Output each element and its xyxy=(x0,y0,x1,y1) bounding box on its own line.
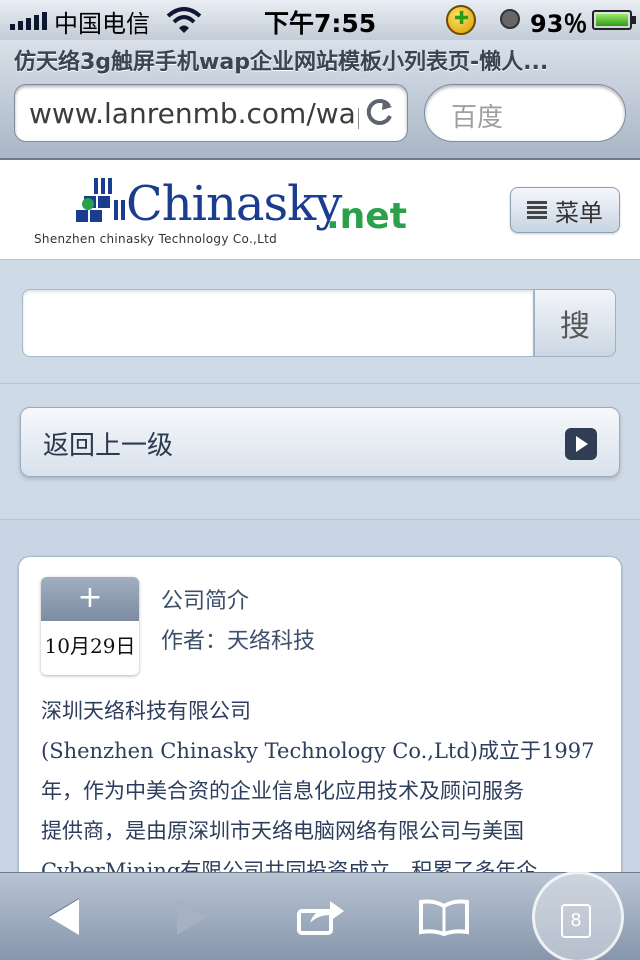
page-title: 仿天络3g触屏手机wap企业网站模板小列表页-懒人... xyxy=(14,50,549,75)
back-arrow-icon xyxy=(49,899,79,935)
alarm-clock-icon xyxy=(500,9,520,29)
plus-icon: + xyxy=(41,577,139,621)
site-logo[interactable]: Chinasky .net Shenzhen chinasky Technolo… xyxy=(30,174,430,254)
back-button[interactable] xyxy=(14,873,114,960)
logo-mark-icon xyxy=(76,178,125,222)
browser-chrome: 仿天络3g触屏手机wap企业网站模板小列表页-懒人... www.lanrenm… xyxy=(0,40,640,160)
logo-word: Chinasky xyxy=(126,176,342,232)
date-badge: + 10月29日 xyxy=(41,577,139,675)
logo-net: .net xyxy=(326,196,407,237)
tabs-icon: 8 xyxy=(532,871,624,960)
browser-toolbar: 8 xyxy=(0,871,640,960)
browser-search-input[interactable]: 百度 xyxy=(424,84,626,142)
security-shield-icon xyxy=(446,5,476,35)
menu-label: 菜单 xyxy=(555,198,603,227)
address-bar[interactable]: www.lanrenmb.com/wap xyxy=(14,84,408,142)
forward-arrow-icon xyxy=(177,899,207,935)
article-date: 10月29日 xyxy=(44,634,136,658)
back-section: 返回上一级 xyxy=(0,384,640,520)
article-author: 作者：天络科技 xyxy=(161,629,316,654)
body-line: (Shenzhen Chinasky Technology Co.,Ltd)成立… xyxy=(41,739,595,763)
article-body: 深圳天络科技有限公司 (Shenzhen Chinasky Technology… xyxy=(41,691,601,891)
menu-button[interactable]: 菜单 xyxy=(510,187,620,233)
site-search-button[interactable]: 搜 xyxy=(534,289,616,357)
battery-icon xyxy=(592,10,636,30)
signal-icon xyxy=(10,12,47,30)
article-title[interactable]: 公司简介 xyxy=(161,583,249,615)
browser-search-placeholder: 百度 xyxy=(451,103,504,133)
back-to-parent-button[interactable]: 返回上一级 xyxy=(20,407,620,477)
status-bar: 中国电信 下午7:55 93％ xyxy=(0,0,640,40)
wifi-icon xyxy=(166,7,202,33)
bookmarks-icon xyxy=(419,899,469,936)
body-line: 年，作为中美合资的企业信息化应用技术及顾问服务 xyxy=(41,779,524,803)
reload-icon[interactable] xyxy=(365,97,395,127)
url-text[interactable]: www.lanrenmb.com/wap xyxy=(29,97,359,130)
menu-icon xyxy=(527,201,547,219)
battery-percent: 93％ xyxy=(530,10,588,38)
body-line: 深圳天络科技有限公司 xyxy=(41,699,251,723)
forward-button[interactable] xyxy=(142,873,242,960)
back-label: 返回上一级 xyxy=(43,431,174,461)
article-card: + 10月29日 公司简介 作者：天络科技 深圳天络科技有限公司 (Shenzh… xyxy=(18,556,622,916)
carrier-name: 中国电信 xyxy=(54,10,150,38)
clock-time: 下午7:55 xyxy=(264,9,377,38)
share-button[interactable] xyxy=(272,873,372,960)
site-search-section: 搜 xyxy=(0,260,640,384)
logo-subtitle: Shenzhen chinasky Technology Co.,Ltd xyxy=(34,232,278,246)
tabs-count: 8 xyxy=(561,904,591,938)
play-arrow-icon xyxy=(565,428,597,460)
bookmarks-button[interactable] xyxy=(394,873,494,960)
site-header: Chinasky .net Shenzhen chinasky Technolo… xyxy=(0,160,640,260)
share-icon xyxy=(297,901,344,935)
body-line: 提供商，是由原深圳市天络电脑网络有限公司与美国 xyxy=(41,819,524,843)
site-search-input[interactable] xyxy=(22,289,534,357)
tabs-button[interactable]: 8 xyxy=(528,871,628,960)
